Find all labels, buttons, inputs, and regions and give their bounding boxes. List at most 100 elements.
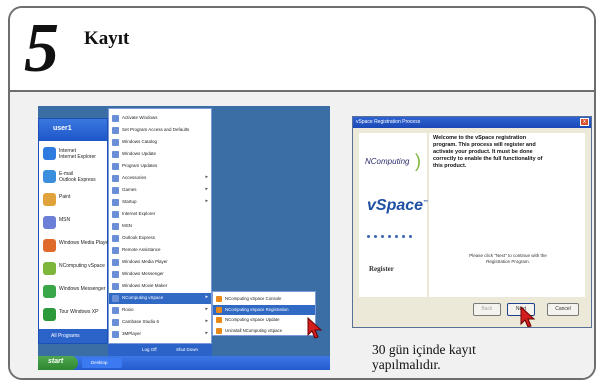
ncomputing-logo: NComputing [365, 157, 410, 166]
pinned-item-label: Paint [59, 194, 71, 200]
program-icon [43, 193, 56, 206]
programs-menu-item[interactable]: Program Updates [109, 161, 211, 172]
program-icon [112, 259, 119, 266]
program-icon [112, 247, 119, 254]
taskbar-item-label: Desktop [91, 360, 108, 365]
vspace-submenu-item[interactable]: NComputing vSpace Update [213, 315, 315, 325]
all-programs-button[interactable]: All Programs [39, 329, 107, 343]
pinned-item-label: Tour Windows XP [59, 309, 99, 315]
programs-menu-item[interactable]: Windows Movie Maker [109, 281, 211, 292]
programs-menu-item[interactable]: Accessories ▸ [109, 173, 211, 184]
vspace-submenu-item[interactable]: Uninstall NComputing vSpace [213, 326, 315, 336]
pinned-item[interactable]: Windows Media Player [42, 237, 110, 255]
programs-menu-item[interactable]: MSN [109, 221, 211, 232]
programs-menu-item[interactable]: Games ▸ [109, 185, 211, 196]
pinned-item[interactable]: Windows Messenger [42, 283, 106, 301]
pinned-item-label: NComputing vSpace [59, 263, 105, 269]
back-button[interactable]: Back [473, 303, 501, 316]
wizard-title: vSpace Registration Process [356, 119, 421, 125]
program-icon [112, 187, 119, 194]
programs-menu-item-label: Startup [122, 199, 137, 204]
program-icon [112, 175, 119, 182]
wizard-step-label: Register [369, 265, 394, 273]
submenu-arrow-icon: ▸ [205, 330, 208, 336]
step-card: 5 Kayıt user1 Internet Internet Explorer… [8, 6, 596, 380]
pinned-item-label: Windows Messenger [59, 286, 106, 292]
submenu-arrow-icon: ▸ [205, 174, 208, 180]
pinned-item[interactable]: NComputing vSpace [42, 260, 106, 278]
step-number: 5 [24, 10, 59, 87]
programs-menu-item-label: Windows Update [122, 151, 157, 156]
pinned-item[interactable]: MSN [42, 214, 106, 232]
programs-menu-item[interactable]: Activate Windows [109, 113, 211, 124]
pinned-item[interactable]: Paint [42, 191, 106, 209]
taskbar-item[interactable]: Desktop [82, 358, 122, 368]
logoff-bar: Log Off Shut Down [108, 344, 212, 356]
programs-menu-item[interactable]: Cambase Studio 6 ▸ [109, 317, 211, 328]
taskbar: start Desktop [38, 356, 330, 370]
pinned-item[interactable]: E-mail Outlook Express [42, 168, 106, 186]
ncomputing-bracket-icon: ) [415, 151, 421, 171]
programs-menu-item[interactable]: 3MPlayer ▸ [109, 329, 211, 340]
submenu-arrow-icon: ▸ [205, 186, 208, 192]
programs-menu-item[interactable]: Startup ▸ [109, 197, 211, 208]
start-button[interactable]: start [38, 356, 78, 370]
wizard-side-panel: NComputing ) vSpace™ Register [359, 133, 428, 297]
program-icon [112, 223, 119, 230]
programs-menu-item[interactable]: Windows Media Player [109, 257, 211, 268]
program-icon [43, 239, 56, 252]
program-icon [43, 147, 56, 160]
pinned-item[interactable]: Internet Internet Explorer [42, 145, 106, 163]
program-icon [112, 235, 119, 242]
programs-menu-item[interactable]: Set Program Access and Defaults [109, 125, 211, 136]
submenu-arrow-icon: ▸ [205, 198, 208, 204]
pinned-item[interactable]: Tour Windows XP [42, 306, 106, 324]
program-icon [112, 163, 119, 170]
programs-menu-item-label: Windows Movie Maker [122, 283, 168, 288]
submenu-arrow-icon: ▸ [205, 318, 208, 324]
program-icon [43, 170, 56, 183]
programs-menu: Activate Windows Set Program Access and D… [108, 108, 212, 344]
programs-menu-item[interactable]: Outlook Express [109, 233, 211, 244]
shut-down-button[interactable]: Shut Down [176, 347, 198, 352]
program-icon [112, 127, 119, 134]
programs-menu-item[interactable]: Windows Catalog [109, 137, 211, 148]
programs-menu-item-label: Windows Media Player [122, 259, 168, 264]
vspace-submenu-item[interactable]: NComputing vSpace Console [213, 294, 315, 304]
program-icon [112, 115, 119, 122]
ncomputing-icon [216, 306, 222, 313]
pinned-item-label: Internet Internet Explorer [59, 148, 96, 160]
programs-menu-item-label: Outlook Express [122, 235, 156, 240]
vspace-submenu-item-label: NComputing vSpace Console [225, 296, 282, 301]
programs-menu-item[interactable]: NComputing vSpace ▸ [109, 293, 211, 304]
pinned-item-label: E-mail Outlook Express [59, 171, 96, 183]
programs-menu-item-label: Activate Windows [122, 115, 158, 120]
start-menu-screenshot: user1 Internet Internet Explorer E-mail O… [38, 106, 330, 370]
program-icon [112, 307, 119, 314]
programs-menu-item-label: Roxio [122, 307, 134, 312]
submenu-arrow-icon: ▸ [205, 306, 208, 312]
wizard-progress-dots [367, 225, 423, 238]
vspace-submenu-item-label: Uninstall NComputing vSpace [225, 327, 283, 333]
programs-menu-item[interactable]: Windows Update [109, 149, 211, 160]
step-title: Kayıt [84, 28, 130, 49]
program-icon [43, 262, 56, 275]
close-icon[interactable]: x [580, 118, 589, 126]
wizard-title-bar: vSpace Registration Process x [353, 117, 591, 128]
programs-menu-item[interactable]: Roxio ▸ [109, 305, 211, 316]
log-off-button[interactable]: Log Off [142, 347, 157, 352]
programs-menu-item-label: Set Program Access and Defaults [122, 127, 190, 132]
vspace-submenu-item-label: NComputing vSpace Registration [225, 306, 289, 312]
start-label: start [48, 358, 64, 365]
programs-menu-item[interactable]: Internet Explorer [109, 209, 211, 220]
vspace-submenu-item[interactable]: NComputing vSpace Registration [213, 304, 315, 315]
vspace-logo: vSpace™ [367, 197, 428, 215]
programs-menu-item[interactable]: Windows Messenger [109, 269, 211, 280]
ncomputing-icon [216, 327, 222, 334]
cancel-button[interactable]: Cancel [547, 303, 579, 316]
programs-menu-item[interactable]: Remote Assistance [109, 245, 211, 256]
user-name: user1 [53, 125, 72, 132]
program-icon [43, 285, 56, 298]
programs-menu-item-label: Internet Explorer [122, 211, 156, 216]
programs-menu-item-label: Games [122, 187, 137, 192]
